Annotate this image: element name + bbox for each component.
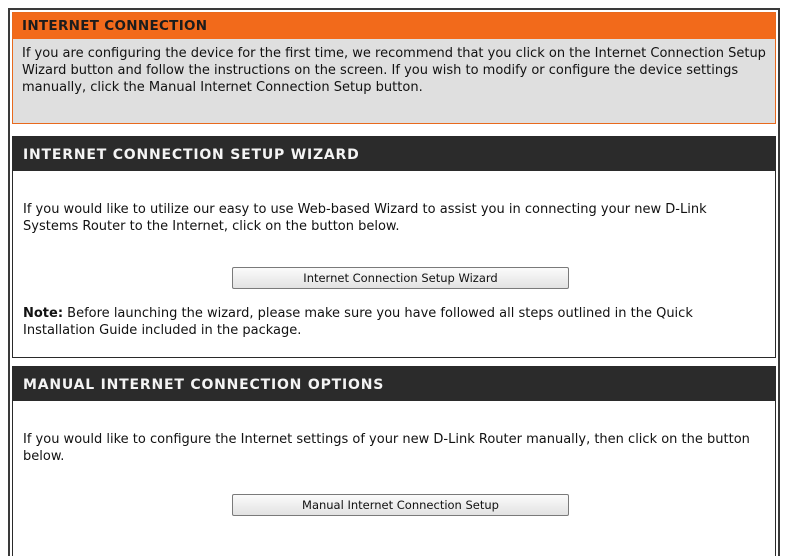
manual-connection-section: MANUAL INTERNET CONNECTION OPTIONS If yo… xyxy=(12,366,776,556)
manual-internet-connection-setup-button[interactable]: Manual Internet Connection Setup xyxy=(232,494,569,516)
setup-wizard-title: INTERNET CONNECTION SETUP WIZARD xyxy=(13,137,775,171)
page-frame: INTERNET CONNECTION If you are configuri… xyxy=(8,8,780,556)
internet-connection-box: INTERNET CONNECTION If you are configuri… xyxy=(12,12,776,124)
setup-wizard-description: If you would like to utilize our easy to… xyxy=(23,202,707,234)
manual-connection-title: MANUAL INTERNET CONNECTION OPTIONS xyxy=(13,367,775,401)
setup-wizard-section: INTERNET CONNECTION SETUP WIZARD If you … xyxy=(12,136,776,358)
setup-wizard-note: Note: Before launching the wizard, pleas… xyxy=(23,305,763,339)
internet-connection-setup-wizard-button[interactable]: Internet Connection Setup Wizard xyxy=(232,267,569,289)
note-text: Before launching the wizard, please make… xyxy=(23,306,693,338)
manual-connection-description: If you would like to configure the Inter… xyxy=(23,432,750,464)
internet-connection-title: INTERNET CONNECTION xyxy=(13,13,775,39)
note-label: Note: xyxy=(23,306,64,321)
internet-connection-description: If you are configuring the device for th… xyxy=(22,46,766,95)
